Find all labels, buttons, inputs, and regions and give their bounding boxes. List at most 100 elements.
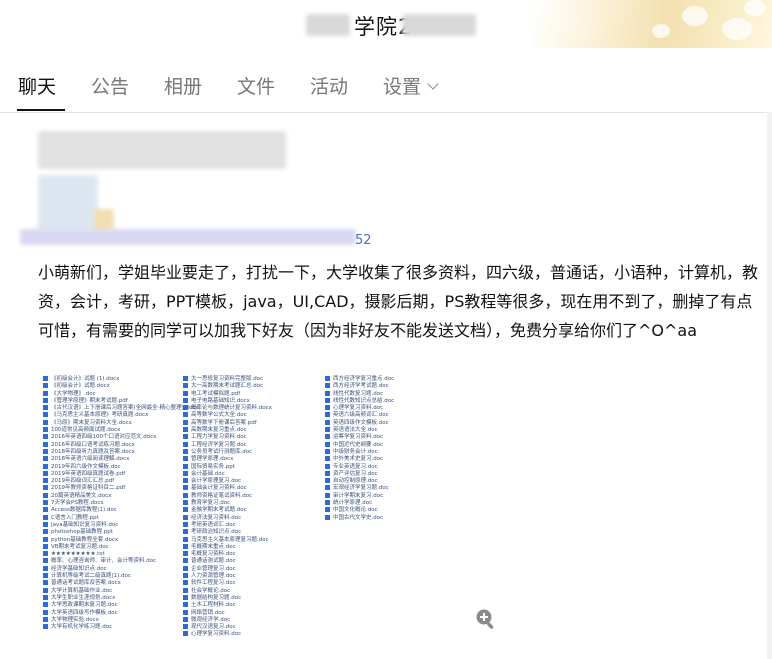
file-item: 大一高数期末考试题汇总.doc <box>183 383 272 390</box>
document-icon <box>183 573 188 579</box>
author-name-suffix: 52 <box>355 233 372 248</box>
file-name: 大学计算机基础作业.doc <box>51 587 113 594</box>
file-name: 大学英语四级写作模板.doc <box>51 609 118 616</box>
document-icon <box>183 587 188 593</box>
file-column-2: 大一思修复习资料完整版.doc 大一高数期末考试题汇总.doc 电工考试模拟题.pd… <box>183 376 272 637</box>
document-icon <box>183 448 188 454</box>
document-icon <box>183 485 188 491</box>
file-name: 现代汉语复习.doc <box>191 624 236 631</box>
document-icon <box>43 616 48 622</box>
file-item: 普通话考试题库及答案.docx <box>43 580 199 587</box>
file-item: 2016年四级口语考试练习题.docx <box>43 441 199 449</box>
file-name: 会计基础.doc <box>191 470 225 477</box>
file-item: 国际贸易实务.ppt <box>183 463 272 471</box>
file-name: python基础教程全套.docx <box>51 536 119 543</box>
document-icon <box>43 514 48 520</box>
file-name: C语言入门教程.ppt <box>51 514 99 521</box>
file-item: 2019年四六级作文模板.doc <box>43 463 199 471</box>
document-icon <box>43 485 48 491</box>
tab-chat[interactable]: 聊天 <box>18 72 56 99</box>
file-name: 2019年英语四级真题试卷.pdf <box>51 470 126 477</box>
file-item: 大学有机化学练习题.doc <box>43 624 199 631</box>
file-item: 大学物理实验.docx <box>43 616 199 624</box>
document-icon <box>183 478 188 484</box>
file-name: 人力资源管理.doc <box>191 573 236 580</box>
file-name: 高等数学公式大全.doc <box>191 412 247 419</box>
file-name: 《马原》期末复习资料大全.docx <box>51 419 132 426</box>
document-icon <box>43 412 48 418</box>
file-name: 中国文化概论.doc <box>333 507 378 514</box>
file-item: 考研政治知识点.doc <box>183 529 272 536</box>
document-icon <box>183 405 188 411</box>
tab-settings[interactable]: 设置 <box>383 72 439 99</box>
chat-post: 52 小萌新们，学姐毕业要走了，打扰一下，大学收集了很多资料，四六级，普通话，小… <box>0 113 772 659</box>
document-icon <box>43 609 48 615</box>
file-name: 基础会计复习资料.doc <box>191 485 247 492</box>
document-icon <box>43 580 48 586</box>
tab-album[interactable]: 相册 <box>164 72 202 99</box>
file-item: C语言入门教程.ppt <box>43 514 199 522</box>
file-name: 毛概期末重点.doc <box>191 543 236 550</box>
file-name: 大学生职业生涯规划.docx <box>51 594 116 601</box>
redacted-title-suffix <box>402 14 476 36</box>
file-name: 数据结构复习题.doc <box>191 594 242 601</box>
document-icon <box>43 492 48 498</box>
document-icon <box>43 376 48 381</box>
tab-announcements[interactable]: 公告 <box>91 72 129 99</box>
document-icon <box>183 609 188 615</box>
file-item: Access数据库教程(1).doc <box>43 507 199 514</box>
file-item: python基础教程全套.docx <box>43 536 199 544</box>
file-name: 社会学概论.doc <box>191 587 231 594</box>
file-name: 软件工程复习.doc <box>191 580 236 587</box>
document-icon <box>183 427 188 433</box>
document-icon <box>183 580 188 586</box>
file-name: 中国近代史纲要.doc <box>333 441 384 448</box>
file-list-screenshot[interactable]: 《初级会计》试题 (1).docx 《初级会计》试题.docx 《大学物理》.doc… <box>41 374 503 637</box>
file-name: 自动控制原理.doc <box>333 478 378 485</box>
file-name: 英语语法大全.doc <box>333 427 378 434</box>
file-name: 电子电路基础知识.docx <box>191 397 250 404</box>
file-name: ★★★★★★★★★.txt <box>51 551 105 558</box>
document-icon <box>43 543 48 549</box>
document-icon <box>183 434 188 440</box>
document-icon <box>43 463 48 469</box>
file-name: 《管理学原理》期末考试题.pdf <box>51 397 128 404</box>
file-item: 微观经济学.doc <box>183 616 272 624</box>
file-item: 工程经济学复习题.doc <box>183 441 272 449</box>
document-icon <box>325 478 330 484</box>
document-icon <box>183 441 188 447</box>
document-icon <box>183 419 188 425</box>
active-tab-indicator <box>17 109 65 111</box>
tab-activities[interactable]: 活动 <box>310 72 348 99</box>
file-name: 概率、心理咨询师、审计、会计等资料.doc <box>51 558 157 565</box>
document-icon <box>325 456 330 462</box>
file-name: 国际贸易实务.ppt <box>191 463 235 470</box>
document-icon <box>43 565 48 571</box>
file-name: 《大学物理》.doc <box>51 390 96 397</box>
document-icon <box>325 397 330 403</box>
file-item: 《马原》期末复习资料大全.docx <box>43 419 199 427</box>
redacted-post-header <box>38 131 286 169</box>
tab-files[interactable]: 文件 <box>237 72 275 99</box>
document-icon <box>43 478 48 484</box>
file-item: 中国古代文学史.doc <box>325 514 394 522</box>
zoom-in-icon[interactable] <box>475 608 497 630</box>
file-column-1: 《初级会计》试题 (1).docx 《初级会计》试题.docx 《大学物理》.doc… <box>43 376 199 631</box>
document-icon <box>183 536 188 542</box>
tab-settings-label: 设置 <box>383 76 422 98</box>
file-name: 网络营销.doc <box>191 609 225 616</box>
file-name: 微观经济学.doc <box>191 616 231 623</box>
file-name: 中级财务会计.doc <box>333 448 378 455</box>
file-name: 2018年英语六级阅读理解.docx <box>51 456 130 463</box>
file-item: 工程力学复习资料.doc <box>183 434 272 441</box>
file-item: 专业英语复习.doc <box>325 463 394 471</box>
file-name: 中外美术史复习.doc <box>333 456 384 463</box>
file-name: 英语四级作文模板.doc <box>333 419 389 426</box>
file-name: 企业管理复习.doc <box>191 565 236 572</box>
file-name: 统计学原理.doc <box>333 500 373 507</box>
file-item: 西方经济学考试题.doc <box>325 383 394 390</box>
file-name: 中国古代文学史.doc <box>333 514 384 521</box>
file-name: 大学物理实验.docx <box>51 616 99 623</box>
redacted-avatar <box>38 175 98 231</box>
document-icon <box>183 383 188 389</box>
